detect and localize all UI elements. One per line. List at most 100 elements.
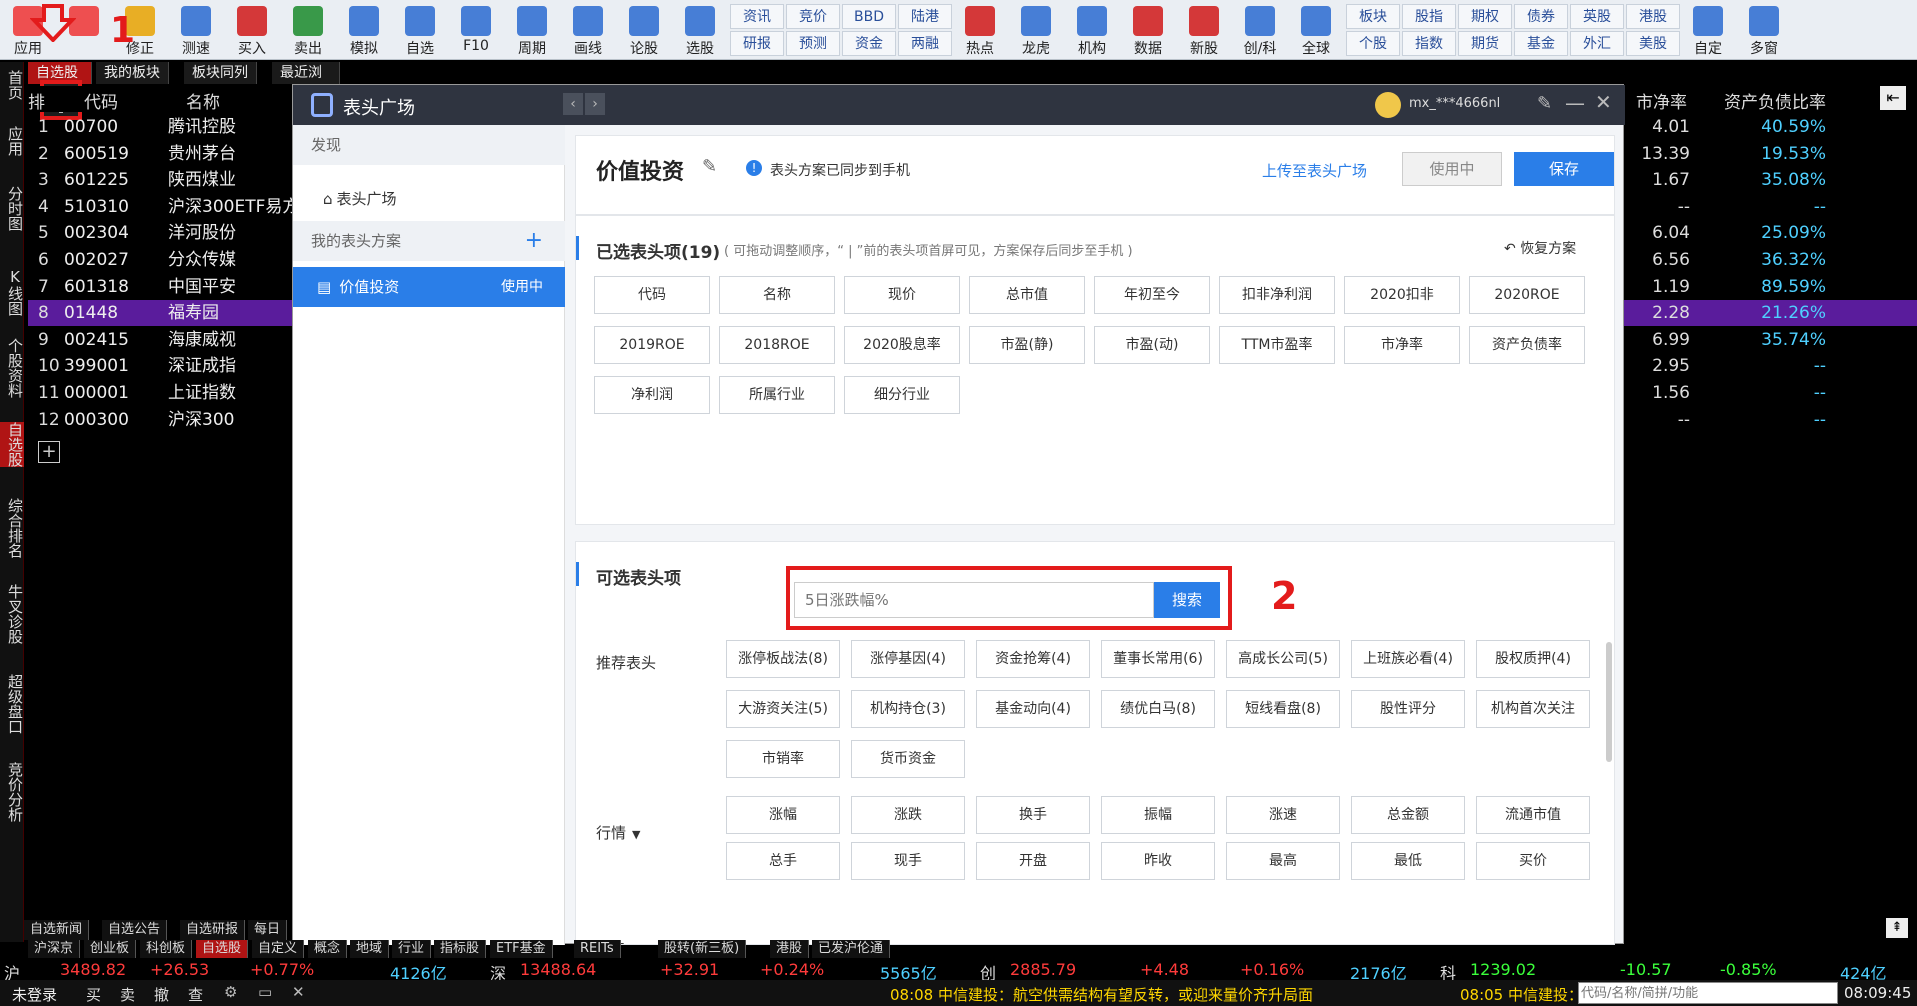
toolbar-button-buttons3-0[interactable]: 自定 bbox=[1682, 4, 1734, 58]
tab-recent[interactable]: 最近浏览 bbox=[272, 62, 340, 103]
table-row[interactable]: 12 000300 沪深300 bbox=[28, 407, 292, 433]
nav-home[interactable]: 首页 bbox=[0, 70, 24, 100]
recommend-chip[interactable]: 上班族必看(4) bbox=[1351, 640, 1465, 678]
selected-chip[interactable]: 名称 bbox=[719, 276, 835, 314]
market-tab[interactable]: 自选股 bbox=[196, 940, 249, 958]
nav-auction[interactable]: 竞价分析 bbox=[0, 762, 24, 822]
toolbar-button-buttons-11[interactable]: 论股 bbox=[618, 4, 670, 58]
toolbar-link[interactable]: 英股 bbox=[1570, 4, 1624, 29]
toolbar-link[interactable]: 资讯 bbox=[730, 4, 784, 29]
code-search-input[interactable] bbox=[1578, 982, 1838, 1004]
minimize-icon[interactable]: — bbox=[1565, 91, 1585, 115]
market-chip[interactable]: 昨收 bbox=[1101, 842, 1215, 880]
toolbar-button-buttons-8[interactable]: F10 bbox=[450, 4, 502, 58]
toolbar-link[interactable]: 两融 bbox=[898, 31, 952, 56]
user-avatar[interactable] bbox=[1375, 92, 1401, 118]
market-tab[interactable]: 港股 bbox=[770, 940, 810, 958]
selected-chip[interactable]: 净利润 bbox=[594, 376, 710, 414]
toolbar-button-buttons2-3[interactable]: 数据 bbox=[1122, 4, 1174, 58]
table-row[interactable]: 10 399001 深证成指 bbox=[28, 353, 292, 379]
toolbar-button-buttons-4[interactable]: 买入 bbox=[226, 4, 278, 58]
toolbar-link[interactable]: 基金 bbox=[1514, 31, 1568, 56]
recommend-chip[interactable]: 货币资金 bbox=[851, 740, 965, 778]
table-row[interactable]: 3 601225 陕西煤业 bbox=[28, 167, 292, 193]
upload-link[interactable]: 上传至表头广场 bbox=[1262, 160, 1367, 181]
market-chip[interactable]: 涨幅 bbox=[726, 796, 840, 834]
recommend-chip[interactable]: 机构首次关注 bbox=[1476, 690, 1590, 728]
header-index[interactable]: 排 bbox=[28, 88, 45, 113]
toolbar-button-buttons-3[interactable]: 测速 bbox=[170, 4, 222, 58]
market-tab[interactable]: 地域 bbox=[350, 940, 390, 958]
table-row[interactable]: 6 002027 分众传媒 bbox=[28, 247, 292, 273]
close-icon[interactable]: ✕ bbox=[1595, 90, 1612, 114]
market-tab[interactable]: 行业 bbox=[392, 940, 432, 958]
market-chip[interactable]: 最高 bbox=[1226, 842, 1340, 880]
side-header-square[interactable]: ⌂ 表头广场 bbox=[293, 179, 565, 219]
table-row[interactable]: 7 601318 中国平安 bbox=[28, 274, 292, 300]
tab-my-sectors[interactable]: 我的板块 bbox=[96, 62, 169, 84]
edit-icon[interactable]: ✎ bbox=[1537, 93, 1552, 114]
toolbar-link[interactable]: 竞价 bbox=[786, 4, 840, 29]
toolbar-link[interactable]: 板块 bbox=[1346, 4, 1400, 29]
recommend-chip[interactable]: 涨停基因(4) bbox=[851, 640, 965, 678]
restore-button[interactable]: ↶ 恢复方案 bbox=[1504, 238, 1576, 258]
toolbar-link[interactable]: 外汇 bbox=[1570, 31, 1624, 56]
toolbar-link[interactable]: 陆港 bbox=[898, 4, 952, 29]
scroll-top-icon[interactable]: ⇞ bbox=[1886, 918, 1908, 938]
market-chip[interactable]: 流通市值 bbox=[1476, 796, 1590, 834]
toolbar-link[interactable]: 期货 bbox=[1458, 31, 1512, 56]
toolbar-link[interactable]: 股指 bbox=[1402, 4, 1456, 29]
selected-chip[interactable]: 细分行业 bbox=[844, 376, 960, 414]
market-chip[interactable]: 买价 bbox=[1476, 842, 1590, 880]
table-row[interactable]: 2 600519 贵州茅台 bbox=[28, 141, 292, 167]
selected-chip[interactable]: 2020股息率 bbox=[844, 326, 960, 364]
recommend-chip[interactable]: 绩优白马(8) bbox=[1101, 690, 1215, 728]
search-button[interactable]: 搜索 bbox=[1154, 582, 1220, 618]
settings-icon[interactable]: ⚙ bbox=[224, 983, 237, 1001]
toolbar-button-buttons2-1[interactable]: 龙虎 bbox=[1010, 4, 1062, 58]
market-tab[interactable]: 沪深京 bbox=[28, 940, 81, 958]
news-ticker-2[interactable]: 08:05 中信建投： bbox=[1460, 984, 1583, 1005]
save-button[interactable]: 保存 bbox=[1514, 152, 1614, 186]
recommend-chip[interactable]: 市销率 bbox=[726, 740, 840, 778]
market-chip[interactable]: 最低 bbox=[1351, 842, 1465, 880]
collapse-panel-icon[interactable]: ⇤ bbox=[1880, 86, 1906, 110]
recommend-chip[interactable]: 短线看盘(8) bbox=[1226, 690, 1340, 728]
login-status[interactable]: 未登录 bbox=[12, 984, 57, 1005]
toolbar-link[interactable]: 美股 bbox=[1626, 31, 1680, 56]
toolbar-button-buttons2-4[interactable]: 新股 bbox=[1178, 4, 1230, 58]
toolbar-button-buttons-10[interactable]: 画线 bbox=[562, 4, 614, 58]
market-tab[interactable]: ETF基金 bbox=[490, 940, 553, 958]
market-chip[interactable]: 涨速 bbox=[1226, 796, 1340, 834]
header-debt-ratio[interactable]: 资产负债比率 bbox=[1724, 88, 1826, 113]
toolbar-link[interactable]: 预测 bbox=[786, 31, 840, 56]
selected-chip[interactable]: 2019ROE bbox=[594, 326, 710, 364]
forward-arrow-button[interactable]: › bbox=[585, 93, 605, 115]
toolbar-button-buttons-12[interactable]: 选股 bbox=[674, 4, 726, 58]
toolbar-link[interactable]: 研报 bbox=[730, 31, 784, 56]
toolbar-button-buttons2-5[interactable]: 创/科 bbox=[1234, 4, 1286, 58]
back-arrow-button[interactable]: ‹ bbox=[563, 93, 583, 115]
selected-chip[interactable]: 现价 bbox=[844, 276, 960, 314]
recommend-chip[interactable]: 基金动向(4) bbox=[976, 690, 1090, 728]
toolbar-link[interactable]: BBD bbox=[842, 4, 896, 29]
selected-chip[interactable]: 市盈(动) bbox=[1094, 326, 1210, 364]
selected-chip[interactable]: 市盈(静) bbox=[969, 326, 1085, 364]
toolbar-button-buttons2-0[interactable]: 热点 bbox=[954, 4, 1006, 58]
scrollbar[interactable] bbox=[1606, 642, 1612, 762]
recommend-chip[interactable]: 董事长常用(6) bbox=[1101, 640, 1215, 678]
toolbar-link[interactable]: 债券 bbox=[1514, 4, 1568, 29]
toolbar-link[interactable]: 个股 bbox=[1346, 31, 1400, 56]
toolbar-button-buttons2-2[interactable]: 机构 bbox=[1066, 4, 1118, 58]
market-tab[interactable]: 已发沪伦通 bbox=[812, 940, 891, 958]
news-ticker-1[interactable]: 08:08 中信建投：航空供需结构有望反转，或迎来量价齐升局面 bbox=[890, 984, 1313, 1005]
selected-chip[interactable]: 资产负债率 bbox=[1469, 326, 1585, 364]
market-chip[interactable]: 换手 bbox=[976, 796, 1090, 834]
quick-sell-button[interactable]: 卖 bbox=[120, 984, 135, 1005]
close-bar-icon[interactable]: ✕ bbox=[292, 983, 305, 1001]
toolbar-button-buttons-5[interactable]: 卖出 bbox=[282, 4, 334, 58]
table-row[interactable]: 9 002415 海康威视 bbox=[28, 327, 292, 353]
toolbar-link[interactable]: 港股 bbox=[1626, 4, 1680, 29]
recommend-chip[interactable]: 股性评分 bbox=[1351, 690, 1465, 728]
add-stock-button[interactable]: + bbox=[38, 441, 60, 463]
